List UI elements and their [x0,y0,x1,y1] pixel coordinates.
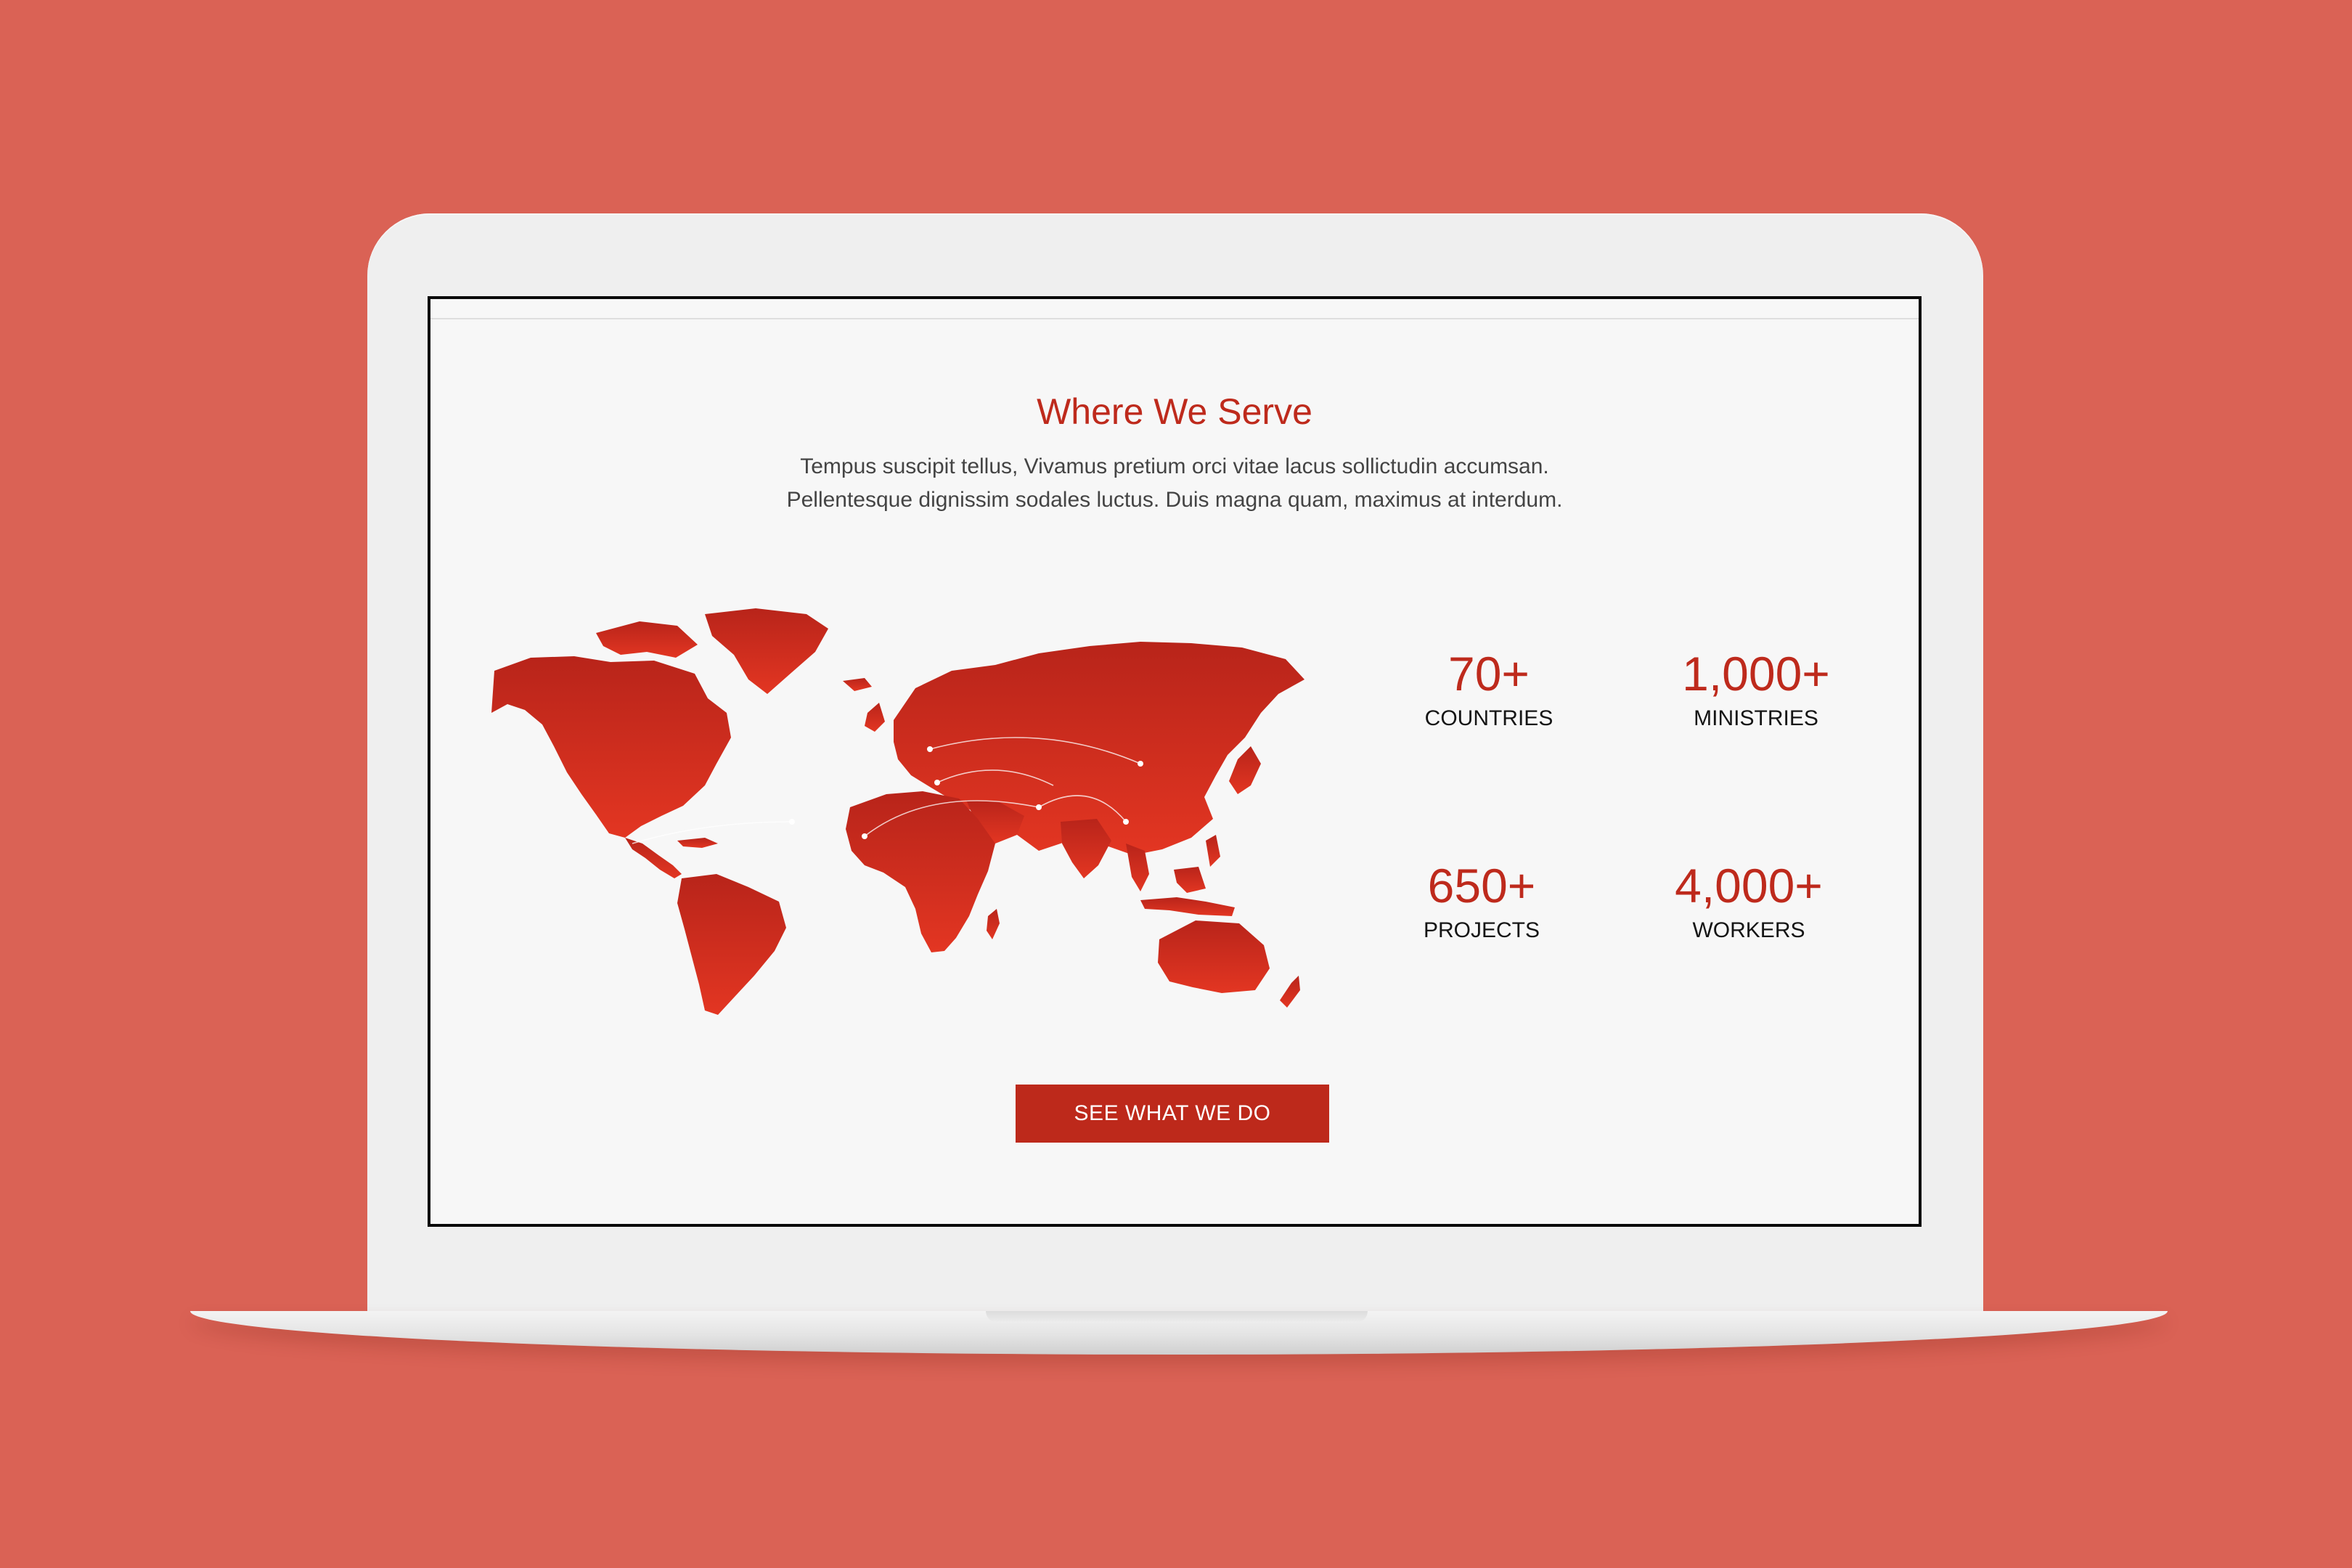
caribbean-shape [677,838,718,848]
route-node [1036,804,1042,810]
section-description: Tempus suscipit tellus, Vivamus pretium … [648,450,1701,517]
stat-label: WORKERS [1692,918,1805,942]
route-line-3 [632,821,793,844]
route-node [789,819,795,825]
route-node [1123,819,1129,825]
stat-value: 70+ [1448,647,1530,701]
australia-shape [1158,920,1270,993]
stat-value: 650+ [1427,859,1536,912]
stat-ministries: 1,000+ MINISTRIES [1625,646,1887,732]
stat-label: COUNTRIES [1424,706,1553,730]
stat-workers: 4,000+ WORKERS [1618,858,1879,944]
indonesia-shape [1140,897,1235,916]
header-divider [430,318,1919,319]
borneo-shape [1174,867,1206,893]
stat-label: MINISTRIES [1694,706,1818,730]
see-what-we-do-button[interactable]: SEE WHAT WE DO [1016,1085,1329,1143]
greenland-shape [705,608,828,694]
japan-shape [1229,746,1261,794]
stat-value: 4,000+ [1675,859,1823,912]
north-america-shape [491,656,731,838]
philippines-shape [1206,835,1220,867]
madagascar-shape [987,909,1000,939]
route-node [862,833,867,839]
arctic-islands-shape [596,621,698,658]
route-node [927,746,933,752]
stat-countries: 70+ COUNTRIES [1358,646,1620,732]
uk-shape [865,703,885,732]
section-description-line-2: Pellentesque dignissim sodales luctus. D… [786,488,1563,512]
laptop-screen: Where We Serve Tempus suscipit tellus, V… [428,296,1922,1227]
central-america-shape [625,838,682,878]
route-node [934,780,940,785]
south-america-shape [677,874,786,1015]
iceland-shape [843,678,872,691]
section-title: Where We Serve [1037,391,1312,432]
laptop-base-notch [986,1311,1368,1323]
world-map-icon [491,608,1304,1015]
section-description-line-1: Tempus suscipit tellus, Vivamus pretium … [800,454,1549,478]
route-node [1138,761,1143,767]
new-zealand-shape [1280,976,1300,1008]
stat-label: PROJECTS [1423,918,1540,942]
africa-shape [846,791,995,952]
stat-value: 1,000+ [1682,647,1830,701]
stat-projects: 650+ PROJECTS [1351,858,1612,944]
